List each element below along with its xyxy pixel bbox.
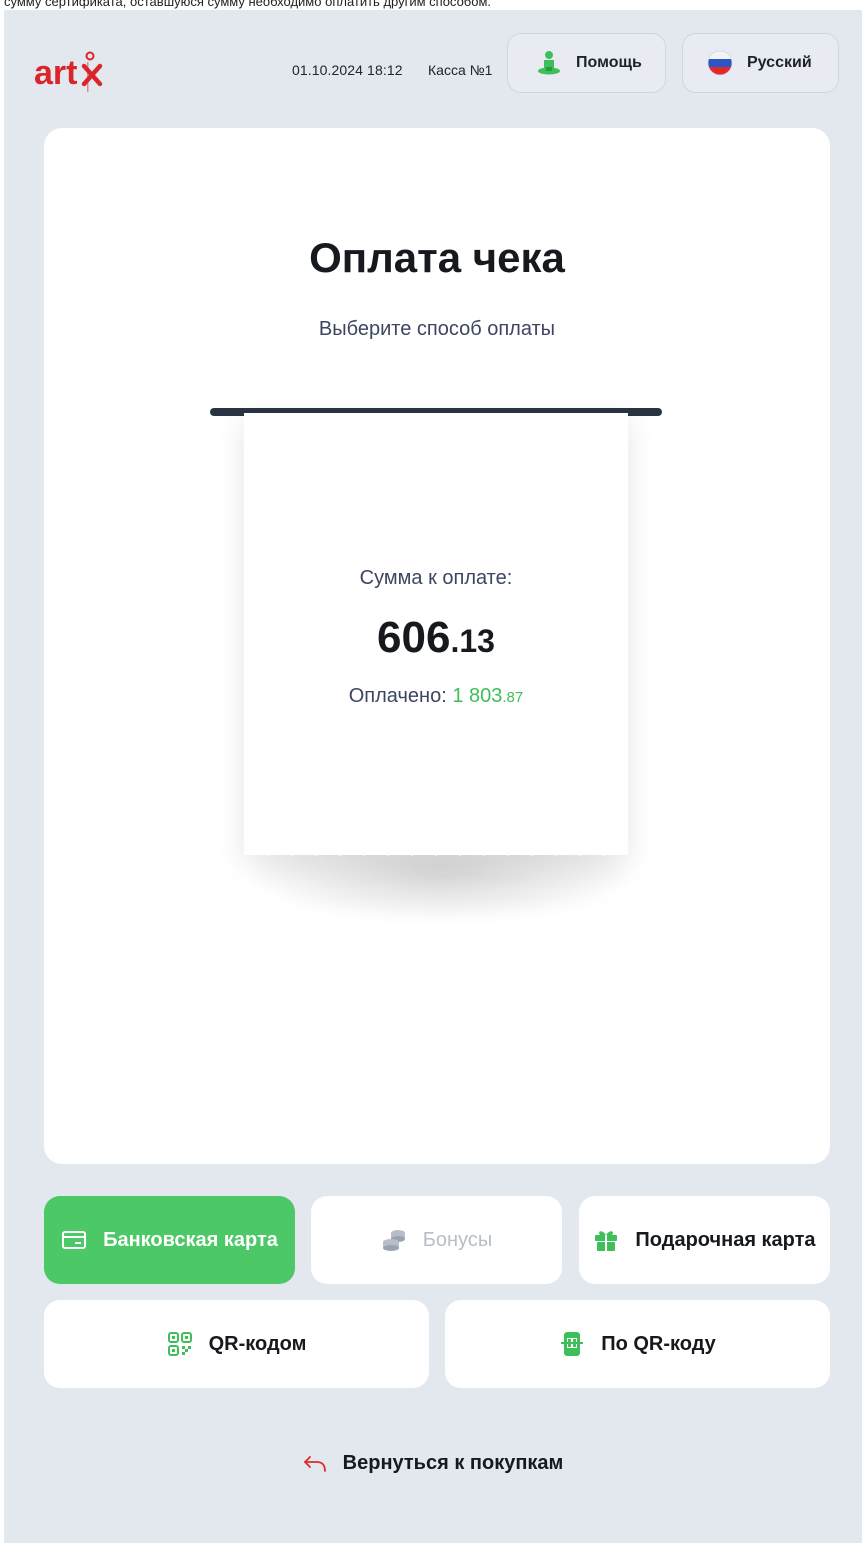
- gift-icon: [595, 1231, 618, 1251]
- amount-due-label: Сумма к оплате:: [359, 567, 513, 589]
- gift-card-label: Подарочная карта: [635, 1228, 816, 1251]
- back-to-shopping-link[interactable]: Вернуться к покупкам: [4, 1452, 862, 1475]
- paid-integer: 1 803: [452, 685, 503, 707]
- paid-value: 1 803.87: [452, 685, 523, 707]
- amount-due-value: 606.13: [244, 613, 628, 663]
- register-number: Касса №1: [428, 62, 493, 78]
- qr-code-icon: [167, 1332, 192, 1356]
- by-qr-code-button[interactable]: По QR-коду: [445, 1300, 830, 1388]
- qr-code-button[interactable]: QR-кодом: [44, 1300, 429, 1388]
- datetime: 01.10.2024 18:12: [292, 62, 403, 78]
- payment-card: Оплата чека Выберите способ оплаты Сумма…: [44, 128, 830, 1164]
- bonuses-button[interactable]: Бонусы: [311, 1196, 562, 1284]
- amount-due-integer: 606: [377, 613, 451, 662]
- page-title: Оплата чека: [309, 234, 565, 281]
- person-help-icon: [538, 51, 560, 75]
- receipt-torn-edge: [244, 842, 628, 856]
- language-label: Русский: [747, 54, 812, 71]
- amount-due-fraction: .13: [450, 623, 495, 659]
- coins-icon: [382, 1230, 405, 1251]
- credit-card-icon: [62, 1231, 87, 1249]
- by-qr-code-label: По QR-коду: [601, 1332, 716, 1355]
- page-subtitle: Выберите способ оплаты: [318, 318, 556, 340]
- back-label: Вернуться к покупкам: [342, 1452, 564, 1474]
- gift-card-button[interactable]: Подарочная карта: [579, 1196, 830, 1284]
- artx-logo: art: [34, 51, 103, 92]
- instruction-note: сумму сертификата, оставшуюся сумму необ…: [4, 0, 492, 9]
- language-button[interactable]: Русский: [682, 33, 839, 93]
- return-arrow-icon: [303, 1455, 326, 1472]
- bonuses-label: Бонусы: [422, 1228, 493, 1251]
- help-label: Помощь: [576, 54, 642, 71]
- qr-code-label: QR-кодом: [208, 1332, 307, 1355]
- bank-card-button[interactable]: Банковская карта: [44, 1196, 295, 1284]
- russian-flag-icon: [707, 50, 733, 76]
- help-button[interactable]: Помощь: [507, 33, 666, 93]
- bank-card-label: Банковская карта: [103, 1228, 278, 1251]
- payment-screen: art 01.10.2024 18:12 Касса №1 Помощь Рус…: [4, 10, 862, 1543]
- svg-text:art: art: [34, 54, 77, 92]
- phone-qr-icon: [561, 1332, 584, 1356]
- paid-fraction: .87: [502, 689, 524, 706]
- paid-line: Оплачено: 1 803.87: [244, 685, 628, 708]
- receipt: Сумма к оплате: 606.13 Оплачено: 1 803.8…: [244, 413, 628, 856]
- paid-label: Оплачено:: [348, 685, 453, 707]
